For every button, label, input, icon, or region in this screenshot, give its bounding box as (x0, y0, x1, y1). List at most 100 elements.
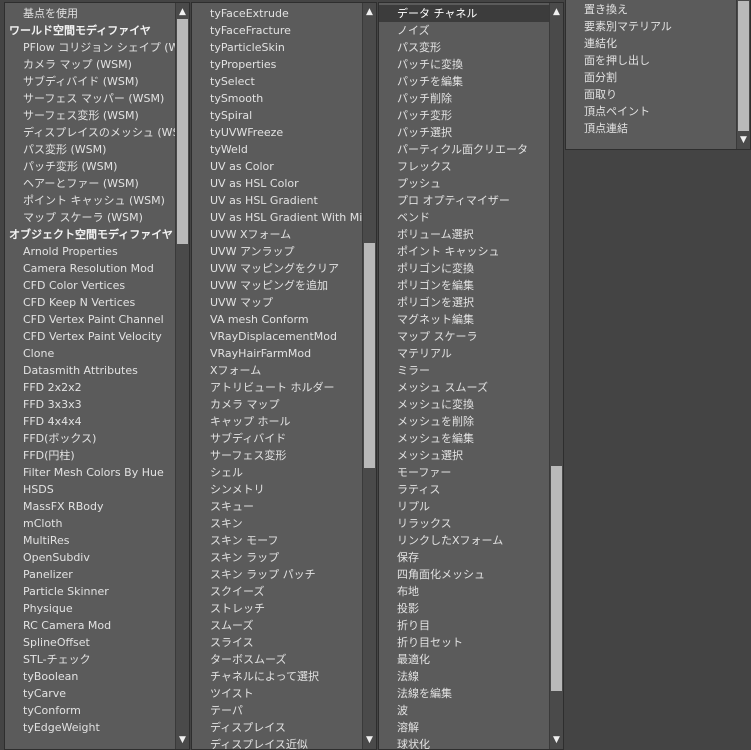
list-item[interactable]: UVW マップ (192, 294, 362, 311)
list-item[interactable]: メッシュに変換 (379, 396, 549, 413)
list-item[interactable]: ポイント キャッシュ (379, 243, 549, 260)
list-item[interactable]: ノイズ (379, 22, 549, 39)
list-item[interactable]: OpenSubdiv (5, 549, 175, 566)
list-item[interactable]: スキン ラップ パッチ (192, 566, 362, 583)
list-item[interactable]: パッチ削除 (379, 90, 549, 107)
list-item[interactable]: 折り目 (379, 617, 549, 634)
list-item[interactable]: リンクしたXフォーム (379, 532, 549, 549)
list-item[interactable]: FFD(ボックス) (5, 430, 175, 447)
list-item[interactable]: スキュー (192, 498, 362, 515)
list-item[interactable]: ポイント キャッシュ (WSM) (5, 192, 175, 209)
list-item[interactable]: スキン ラップ (192, 549, 362, 566)
list-item[interactable]: Filter Mesh Colors By Hue (5, 464, 175, 481)
list-item[interactable]: 面取り (566, 86, 736, 103)
list-item[interactable]: カメラ マップ (WSM) (5, 56, 175, 73)
list-item[interactable]: Physique (5, 600, 175, 617)
list-item[interactable]: 頂点ペイント (566, 103, 736, 120)
list-item[interactable]: 面分割 (566, 69, 736, 86)
list-item[interactable]: サーフェス変形 (WSM) (5, 107, 175, 124)
list-item[interactable]: 最適化 (379, 651, 549, 668)
list-item[interactable]: サブディバイド (192, 430, 362, 447)
scroll-up-arrow-icon[interactable]: ▲ (550, 5, 563, 19)
scroll-up-arrow-icon[interactable]: ▲ (363, 5, 376, 19)
list-item[interactable]: 要素別マテリアル (566, 18, 736, 35)
list-item[interactable]: パッチ変形 (379, 107, 549, 124)
list-item[interactable]: シェル (192, 464, 362, 481)
scroll-down-arrow-icon[interactable]: ▼ (176, 733, 189, 747)
list-item[interactable]: スクイーズ (192, 583, 362, 600)
list-item[interactable]: UVW マッピングをクリア (192, 260, 362, 277)
list-item[interactable]: ストレッチ (192, 600, 362, 617)
use-pivot-option[interactable]: 基点を使用 (5, 5, 175, 22)
list-item[interactable]: STL-チェック (5, 651, 175, 668)
list-item[interactable]: UV as HSL Color (192, 175, 362, 192)
list-item[interactable]: UVW マッピングを追加 (192, 277, 362, 294)
scroll-thumb-col1[interactable] (177, 19, 188, 244)
list-item[interactable]: PFlow コリジョン シェイプ (WSM) (5, 39, 175, 56)
list-item[interactable]: CFD Color Vertices (5, 277, 175, 294)
list-item[interactable]: tyParticleSkin (192, 39, 362, 56)
list-item[interactable]: Arnold Properties (5, 243, 175, 260)
scroll-thumb-col3[interactable] (551, 466, 562, 691)
list-item[interactable]: パス変形 (WSM) (5, 141, 175, 158)
scroll-down-arrow-icon[interactable]: ▼ (363, 733, 376, 747)
list-item[interactable]: FFD 3x3x3 (5, 396, 175, 413)
list-item[interactable]: 布地 (379, 583, 549, 600)
list-item[interactable]: モーファー (379, 464, 549, 481)
list-item-selected[interactable]: データ チャネル (379, 5, 549, 22)
list-item[interactable]: プッシュ (379, 175, 549, 192)
list-item[interactable]: メッシュを削除 (379, 413, 549, 430)
list-item[interactable]: チャネルによって選択 (192, 668, 362, 685)
list-item[interactable]: tyUVWFreeze (192, 124, 362, 141)
list-item[interactable]: ボリューム選択 (379, 226, 549, 243)
list-item[interactable]: CFD Vertex Paint Channel (5, 311, 175, 328)
list-item[interactable]: ディスプレイス近似 (192, 736, 362, 749)
list-item[interactable]: CFD Keep N Vertices (5, 294, 175, 311)
list-item[interactable]: マップ スケーラ (379, 328, 549, 345)
list-item[interactable]: ポリゴンに変換 (379, 260, 549, 277)
list-item[interactable]: tyConform (5, 702, 175, 719)
list-item[interactable]: サブディバイド (WSM) (5, 73, 175, 90)
list-item[interactable]: ラティス (379, 481, 549, 498)
list-item[interactable]: tyProperties (192, 56, 362, 73)
list-item[interactable]: シンメトリ (192, 481, 362, 498)
list-item[interactable]: ミラー (379, 362, 549, 379)
list-item[interactable]: RC Camera Mod (5, 617, 175, 634)
scrollbar-col2[interactable]: ▲ ▼ (362, 3, 376, 749)
list-item[interactable]: スライス (192, 634, 362, 651)
list-item[interactable]: UV as Color (192, 158, 362, 175)
list-item[interactable]: Camera Resolution Mod (5, 260, 175, 277)
list-item[interactable]: サーフェス マッパー (WSM) (5, 90, 175, 107)
list-item[interactable]: Xフォーム (192, 362, 362, 379)
list-item[interactable]: スキン モーフ (192, 532, 362, 549)
scrollbar-col4[interactable]: ▼ (736, 0, 750, 149)
list-item[interactable]: tyWeld (192, 141, 362, 158)
list-item[interactable]: キャップ ホール (192, 413, 362, 430)
list-item[interactable]: パーティクル面クリエータ (379, 141, 549, 158)
list-item[interactable]: tySpiral (192, 107, 362, 124)
list-item[interactable]: tyFaceExtrude (192, 5, 362, 22)
list-item[interactable]: tyBoolean (5, 668, 175, 685)
list-item[interactable]: 四角面化メッシュ (379, 566, 549, 583)
list-item[interactable]: Datasmith Attributes (5, 362, 175, 379)
list-item[interactable]: 置き換え (566, 1, 736, 18)
list-item[interactable]: 保存 (379, 549, 549, 566)
list-item[interactable]: tyCarve (5, 685, 175, 702)
list-item[interactable]: ターボスムーズ (192, 651, 362, 668)
list-item[interactable]: Clone (5, 345, 175, 362)
list-item[interactable]: パッチに変換 (379, 56, 549, 73)
list-item[interactable]: tyEdgeWeight (5, 719, 175, 736)
list-item[interactable]: ツイスト (192, 685, 362, 702)
list-item[interactable]: 法線を編集 (379, 685, 549, 702)
list-item[interactable]: tySmooth (192, 90, 362, 107)
list-item[interactable]: 溶解 (379, 719, 549, 736)
list-item[interactable]: HSDS (5, 481, 175, 498)
list-item[interactable]: 法線 (379, 668, 549, 685)
list-item[interactable]: パッチを編集 (379, 73, 549, 90)
list-item[interactable]: ベンド (379, 209, 549, 226)
list-item[interactable]: メッシュ スムーズ (379, 379, 549, 396)
list-item[interactable]: パッチ選択 (379, 124, 549, 141)
list-item[interactable]: Panelizer (5, 566, 175, 583)
scroll-down-arrow-icon[interactable]: ▼ (550, 733, 563, 747)
list-item[interactable]: フレックス (379, 158, 549, 175)
